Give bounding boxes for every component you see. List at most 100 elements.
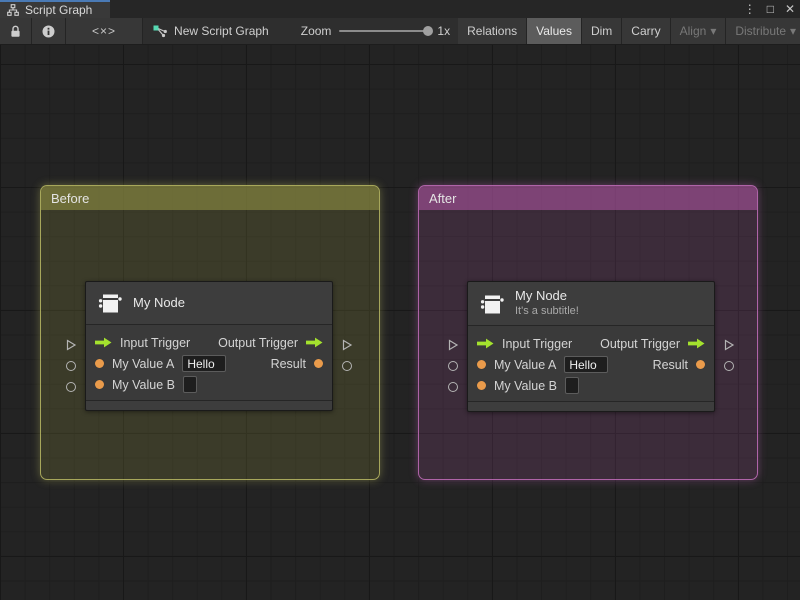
- value-b-label: My Value B: [494, 378, 557, 393]
- port-row-trigger: Input Trigger Output Trigger: [468, 333, 714, 354]
- result-label: Result: [270, 356, 306, 371]
- value-a-input[interactable]: [182, 355, 227, 372]
- info-button[interactable]: [32, 18, 66, 44]
- title-bar: Script Graph ⋮ □ ✕: [0, 0, 800, 18]
- code-view-icon: <×>: [92, 24, 117, 38]
- zoom-label: Zoom: [300, 24, 332, 38]
- graph-canvas[interactable]: Before After My Node Input Trigger Outpu…: [0, 45, 800, 600]
- chevron-down-icon: ▾: [790, 24, 797, 38]
- zoom-control: Zoom 1x: [293, 18, 458, 44]
- code-view-button[interactable]: <×>: [66, 18, 144, 44]
- unit-node-icon: [97, 290, 123, 316]
- window-controls: ⋮ □ ✕: [744, 0, 795, 18]
- distribute-dropdown[interactable]: Distribute ▾: [726, 18, 800, 44]
- output-trigger-port[interactable]: Output Trigger: [218, 336, 323, 350]
- align-label: Align: [679, 24, 707, 38]
- zoom-slider[interactable]: [339, 26, 434, 36]
- output-trigger-label: Output Trigger: [600, 336, 680, 351]
- ext-value-b-port[interactable]: [66, 382, 76, 392]
- result-label: Result: [652, 357, 688, 372]
- value-a-label: My Value A: [494, 357, 557, 372]
- window-menu-icon[interactable]: ⋮: [744, 3, 756, 15]
- maximize-icon[interactable]: □: [767, 3, 774, 15]
- values-button[interactable]: Values: [527, 18, 582, 44]
- value-b-port[interactable]: My Value B: [95, 376, 197, 393]
- node-before-header[interactable]: My Node: [86, 282, 332, 325]
- value-a-label: My Value A: [112, 356, 175, 371]
- close-icon[interactable]: ✕: [785, 3, 795, 15]
- lock-button[interactable]: [0, 18, 32, 44]
- input-trigger-port[interactable]: Input Trigger: [95, 336, 190, 350]
- output-trigger-label: Output Trigger: [218, 335, 298, 350]
- ext-result-port[interactable]: [342, 361, 352, 371]
- trigger-arrow-icon: [306, 337, 323, 348]
- value-port-dot: [314, 359, 323, 368]
- value-a-port[interactable]: My Value A: [477, 356, 609, 373]
- value-b-port[interactable]: My Value B: [477, 377, 579, 394]
- value-b-label: My Value B: [112, 377, 175, 392]
- port-row-value-a: My Value A Result: [86, 353, 332, 374]
- chevron-down-icon: ▾: [710, 24, 717, 38]
- value-b-input[interactable]: [565, 377, 579, 394]
- zoom-value: 1x: [437, 24, 451, 38]
- tab-script-graph[interactable]: Script Graph: [0, 0, 110, 18]
- node-after-header[interactable]: My Node It's a subtitle!: [468, 282, 714, 326]
- group-after-title: After: [429, 190, 457, 206]
- zoom-slider-handle[interactable]: [423, 26, 434, 36]
- graph-breadcrumb[interactable]: New Script Graph: [143, 18, 279, 44]
- value-port-dot: [477, 360, 486, 369]
- node-before-footer: [86, 400, 332, 410]
- ext-value-a-port[interactable]: [66, 361, 76, 371]
- value-port-dot: [95, 359, 104, 368]
- graph-name-label: New Script Graph: [174, 24, 269, 38]
- input-trigger-port[interactable]: Input Trigger: [477, 337, 572, 351]
- relations-button[interactable]: Relations: [458, 18, 528, 44]
- trigger-arrow-icon: [688, 338, 705, 349]
- port-row-value-b: My Value B: [86, 374, 332, 395]
- ext-input-trigger-port[interactable]: [65, 339, 77, 351]
- node-subtitle: It's a subtitle!: [515, 305, 579, 318]
- ext-value-a-port[interactable]: [448, 361, 458, 371]
- value-port-dot: [477, 381, 486, 390]
- unit-node-icon: [479, 291, 505, 317]
- ext-result-port[interactable]: [724, 361, 734, 371]
- align-dropdown[interactable]: Align ▾: [670, 18, 727, 44]
- value-port-dot: [696, 360, 705, 369]
- group-before-header[interactable]: Before: [41, 186, 379, 210]
- result-port[interactable]: Result: [271, 357, 323, 371]
- lock-icon: [10, 25, 21, 38]
- node-after[interactable]: My Node It's a subtitle! Input Trigger O…: [448, 281, 735, 412]
- value-a-input[interactable]: [564, 356, 609, 373]
- output-trigger-port[interactable]: Output Trigger: [600, 337, 705, 351]
- ext-input-trigger-port[interactable]: [447, 339, 459, 351]
- distribute-label: Distribute: [735, 24, 787, 38]
- port-row-value-a: My Value A Result: [468, 354, 714, 375]
- dim-button[interactable]: Dim: [581, 18, 623, 44]
- input-trigger-label: Input Trigger: [120, 335, 191, 350]
- info-icon: [42, 25, 55, 38]
- node-after-footer: [468, 401, 714, 411]
- value-a-port[interactable]: My Value A: [95, 355, 227, 372]
- ext-output-trigger-port[interactable]: [341, 339, 353, 351]
- value-port-dot: [95, 380, 104, 389]
- ext-output-trigger-port[interactable]: [723, 339, 735, 351]
- port-row-trigger: Input Trigger Output Trigger: [86, 332, 332, 353]
- value-b-input[interactable]: [183, 376, 197, 393]
- node-after-ports: Input Trigger Output Trigger My Value A …: [468, 326, 714, 401]
- result-port[interactable]: Result: [653, 358, 705, 372]
- graph-hierarchy-icon: [7, 4, 19, 16]
- node-title: My Node: [133, 294, 186, 310]
- group-before-title: Before: [51, 190, 90, 206]
- input-trigger-label: Input Trigger: [502, 336, 573, 351]
- group-after-header[interactable]: After: [419, 186, 757, 210]
- carry-button[interactable]: Carry: [622, 18, 671, 44]
- node-before[interactable]: My Node Input Trigger Output Trigger My …: [66, 281, 353, 411]
- graph-toolbar: <×> New Script Graph Zoom 1x Relations V…: [0, 18, 800, 45]
- ext-value-b-port[interactable]: [448, 382, 458, 392]
- node-title: My Node: [515, 288, 568, 303]
- port-row-value-b: My Value B: [468, 375, 714, 396]
- node-before-ports: Input Trigger Output Trigger My Value A …: [86, 325, 332, 400]
- script-graph-asset-icon: [153, 25, 167, 38]
- trigger-arrow-icon: [477, 338, 494, 349]
- tab-title: Script Graph: [25, 3, 93, 17]
